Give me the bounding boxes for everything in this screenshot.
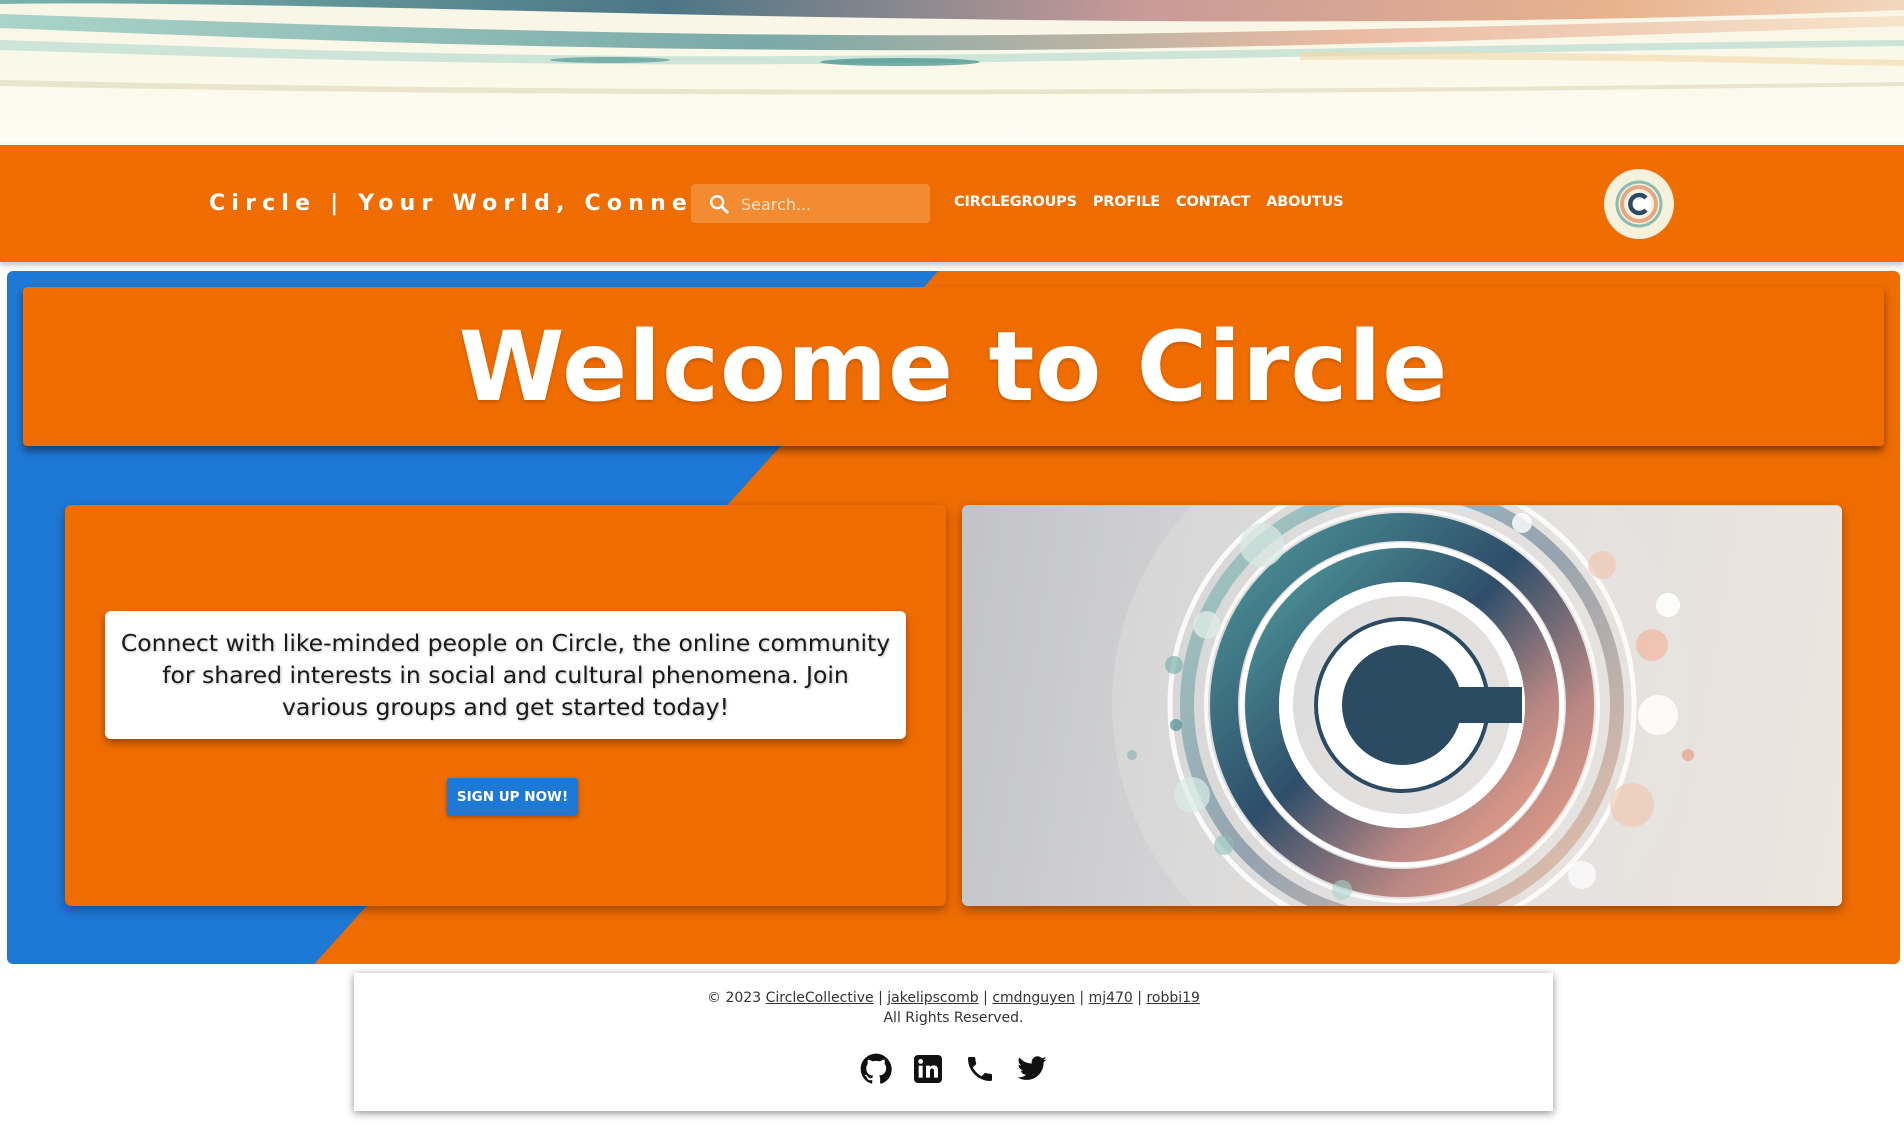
intro-card: Connect with like-minded people on Circl… <box>65 505 946 906</box>
decorative-banner <box>0 0 1904 145</box>
welcome-banner: Welcome to Circle <box>23 287 1884 446</box>
copyright-text: © 2023 <box>707 990 762 1006</box>
intro-text-box: Connect with like-minded people on Circl… <box>105 611 906 739</box>
circle-c-logo-image <box>1112 505 1694 906</box>
footer-link-member[interactable]: mj470 <box>1089 990 1133 1006</box>
separator: | <box>983 990 988 1006</box>
github-icon[interactable] <box>860 1053 892 1085</box>
nav-link-profile[interactable]: PROFILE <box>1093 194 1160 210</box>
twitter-icon[interactable] <box>1016 1053 1048 1085</box>
separator: | <box>878 990 883 1006</box>
circle-c-logo-icon <box>1615 180 1663 228</box>
nav-link-circlegroups[interactable]: CIRCLEGROUPS <box>954 194 1077 210</box>
linkedin-icon[interactable] <box>912 1053 944 1085</box>
banner-artwork <box>0 0 1904 95</box>
phone-icon[interactable] <box>964 1053 996 1085</box>
navbar: Circle | Your World, Connected CIRCLEGRO… <box>0 145 1904 262</box>
signup-button[interactable]: SIGN UP NOW! <box>447 778 578 815</box>
rights-text: All Rights Reserved. <box>883 1010 1024 1026</box>
search-box <box>691 184 930 225</box>
footer-link-member[interactable]: jakelipscomb <box>887 990 978 1006</box>
footer-link-org[interactable]: CircleCollective <box>766 990 874 1006</box>
nav-links: CIRCLEGROUPS PROFILE CONTACT ABOUTUS <box>954 194 1344 210</box>
search-icon <box>710 195 729 214</box>
nav-link-aboutus[interactable]: ABOUTUS <box>1266 194 1343 210</box>
footer-link-member[interactable]: robbi19 <box>1146 990 1200 1006</box>
brand-title[interactable]: Circle | Your World, Connected <box>209 191 772 216</box>
footer-credits: © 2023 CircleCollective | jakelipscomb |… <box>354 990 1553 1006</box>
nav-link-contact[interactable]: CONTACT <box>1176 194 1250 210</box>
logo-image-card <box>962 505 1842 906</box>
nav-logo[interactable] <box>1604 169 1674 239</box>
footer-link-member[interactable]: cmdnguyen <box>992 990 1075 1006</box>
footer: © 2023 CircleCollective | jakelipscomb |… <box>354 973 1553 1111</box>
intro-text: Connect with like-minded people on Circl… <box>120 629 891 721</box>
social-icons <box>354 1053 1553 1085</box>
hero-section: Welcome to Circle Connect with like-mind… <box>7 271 1900 964</box>
separator: | <box>1137 990 1142 1006</box>
search-input[interactable] <box>739 184 923 225</box>
page-title: Welcome to Circle <box>458 310 1449 423</box>
separator: | <box>1079 990 1085 1006</box>
